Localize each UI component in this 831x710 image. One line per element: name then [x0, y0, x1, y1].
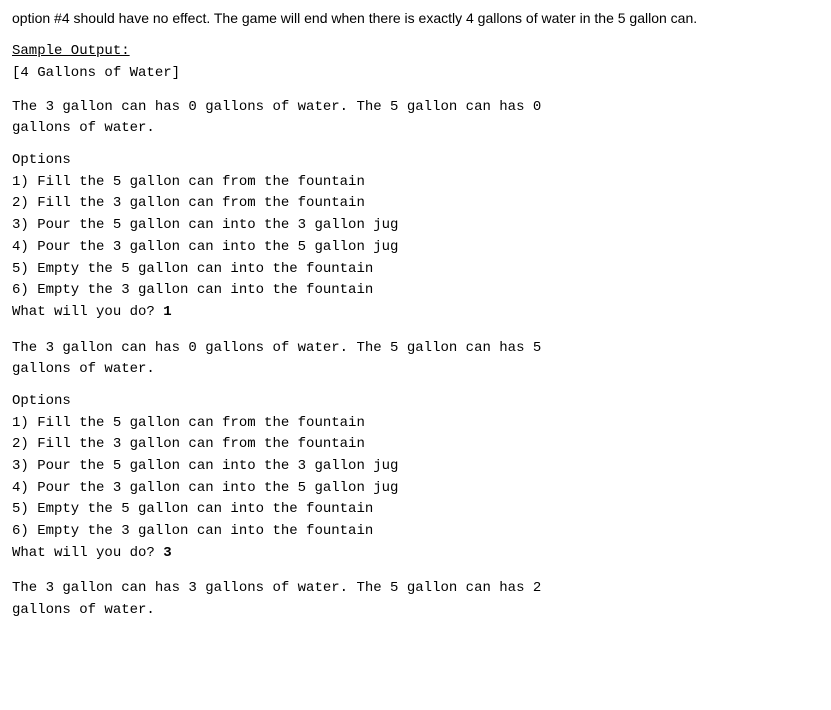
state-line2-1: gallons of water. [12, 359, 819, 381]
option-1-3: 4) Pour the 3 gallon can into the 5 gall… [12, 478, 819, 500]
option-0-3: 4) Pour the 3 gallon can into the 5 gall… [12, 237, 819, 259]
prompt-text-1: What will you do? [12, 545, 163, 561]
prompt-line-0: What will you do? 1 [12, 302, 819, 324]
option-0-2: 3) Pour the 5 gallon can into the 3 gall… [12, 215, 819, 237]
choice-0: 1 [163, 304, 171, 320]
prompt-line-1: What will you do? 3 [12, 543, 819, 565]
header-line: [4 Gallons of Water] [12, 63, 819, 85]
option-1-0: 1) Fill the 5 gallon can from the founta… [12, 413, 819, 435]
game-block-0: The 3 gallon can has 0 gallons of water.… [12, 97, 819, 324]
options-label-1: Options [12, 391, 819, 413]
option-1-4: 5) Empty the 5 gallon can into the fount… [12, 499, 819, 521]
option-0-5: 6) Empty the 3 gallon can into the fount… [12, 280, 819, 302]
state-line-2: The 3 gallon can has 3 gallons of water.… [12, 578, 819, 600]
sample-output-label: Sample Output: [12, 43, 819, 59]
state-line-1: The 3 gallon can has 0 gallons of water.… [12, 338, 819, 360]
choice-1: 3 [163, 545, 171, 561]
state-line2-2: gallons of water. [12, 600, 819, 622]
option-1-1: 2) Fill the 3 gallon can from the founta… [12, 434, 819, 456]
option-1-5: 6) Empty the 3 gallon can into the fount… [12, 521, 819, 543]
intro-text: option #4 should have no effect. The gam… [12, 8, 819, 29]
options-label-0: Options [12, 150, 819, 172]
option-0-0: 1) Fill the 5 gallon can from the founta… [12, 172, 819, 194]
game-block-1: The 3 gallon can has 0 gallons of water.… [12, 338, 819, 565]
option-0-1: 2) Fill the 3 gallon can from the founta… [12, 193, 819, 215]
state-line2-0: gallons of water. [12, 118, 819, 140]
prompt-text-0: What will you do? [12, 304, 163, 320]
game-block-2: The 3 gallon can has 3 gallons of water.… [12, 578, 819, 621]
state-line-0: The 3 gallon can has 0 gallons of water.… [12, 97, 819, 119]
option-1-2: 3) Pour the 5 gallon can into the 3 gall… [12, 456, 819, 478]
option-0-4: 5) Empty the 5 gallon can into the fount… [12, 259, 819, 281]
